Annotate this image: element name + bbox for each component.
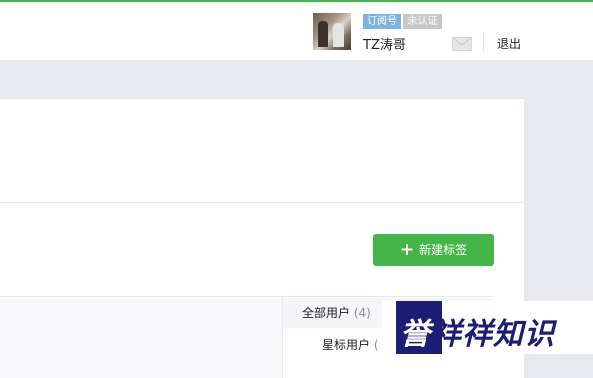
avatar[interactable] — [313, 13, 351, 50]
logout-link[interactable]: 退出 — [497, 35, 521, 52]
tag-item-count: ( — [373, 338, 379, 352]
tag-item-count: (4) — [353, 306, 371, 320]
header-divider — [483, 34, 484, 51]
account-type-badge: 订阅号 — [363, 14, 401, 29]
tag-item-label: 全部用户 — [302, 306, 351, 320]
user-list-area — [0, 297, 282, 378]
tag-item-label: 星标用户 — [322, 338, 371, 352]
plus-icon: + — [399, 240, 415, 260]
verification-badge: 未认证 — [403, 14, 442, 29]
avatar-figure-right — [333, 23, 344, 47]
watermark-logo: 誉祥祥知识 — [382, 301, 593, 354]
avatar-figure-left — [318, 21, 328, 47]
watermark-text: 誉祥祥知识 — [400, 317, 555, 352]
mail-icon[interactable] — [452, 36, 472, 55]
panel-divider-top — [0, 202, 524, 203]
new-tag-button-label: 新建标签 — [419, 243, 468, 257]
top-bar: 订阅号 未认证 TZ涛哥 退出 — [0, 0, 593, 61]
new-tag-button[interactable]: + 新建标签 — [373, 234, 494, 266]
username[interactable]: TZ涛哥 — [363, 34, 406, 53]
